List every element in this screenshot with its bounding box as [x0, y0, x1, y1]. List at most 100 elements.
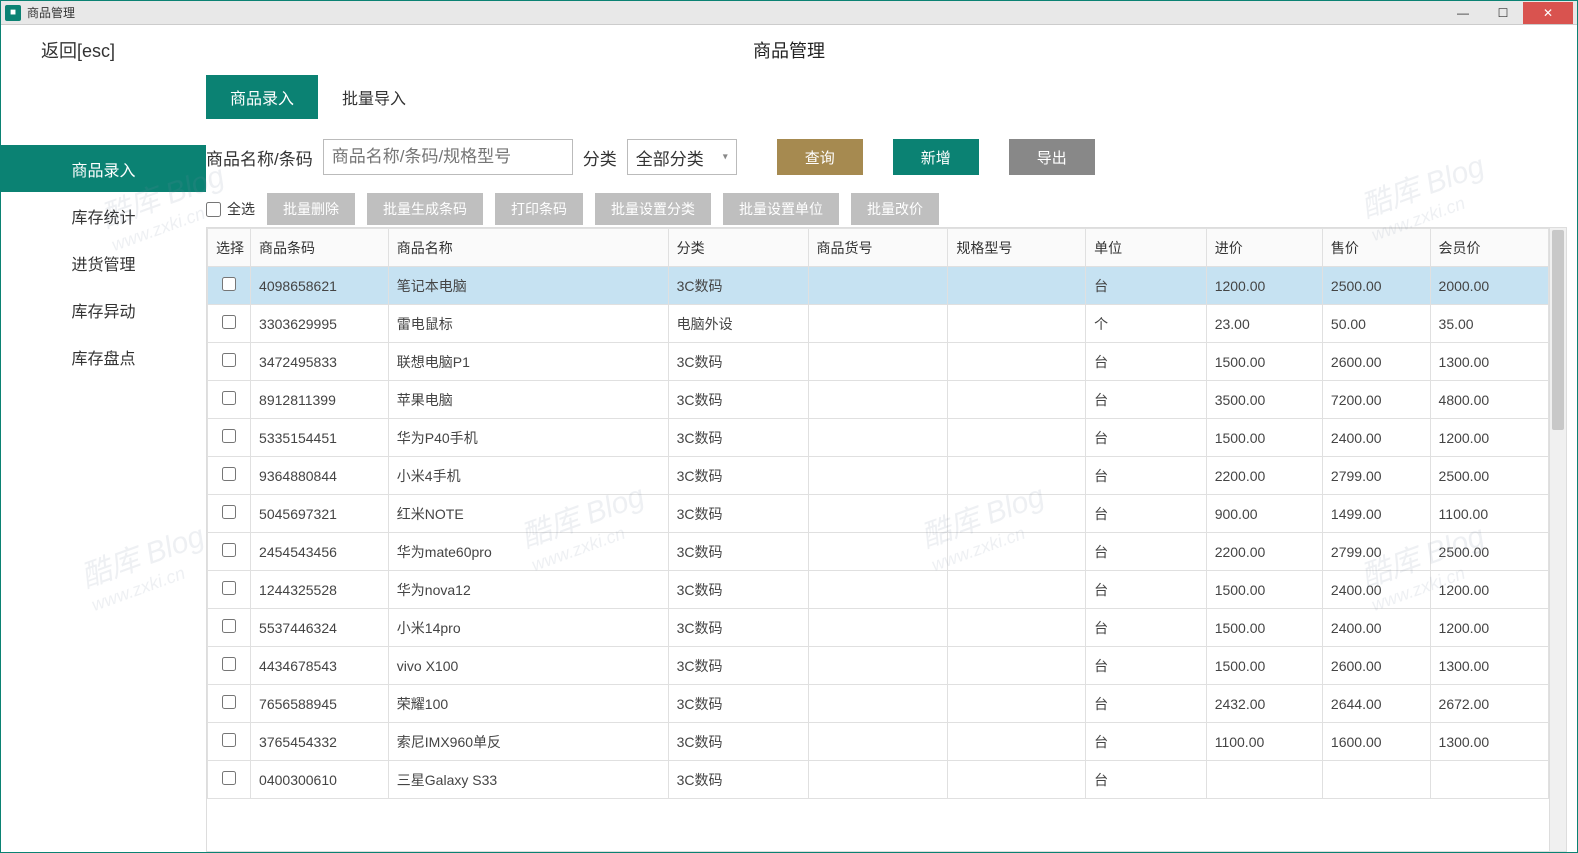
row-select-cell: [208, 571, 251, 609]
close-button[interactable]: ✕: [1523, 2, 1573, 24]
sidebar-item-1[interactable]: 库存统计: [1, 192, 206, 239]
cell-price: 2600.00: [1322, 343, 1430, 381]
query-button[interactable]: 查询: [777, 139, 863, 175]
select-all[interactable]: 全选: [206, 199, 255, 219]
scrollbar-thumb[interactable]: [1552, 230, 1564, 430]
cell-unit: 台: [1086, 685, 1207, 723]
table-row[interactable]: 4098658621笔记本电脑3C数码台1200.002500.002000.0…: [208, 267, 1549, 305]
sidebar-item-4[interactable]: 库存盘点: [1, 333, 206, 380]
row-checkbox[interactable]: [222, 581, 236, 595]
cell-spec: [948, 723, 1086, 761]
cell-unit: 个: [1086, 305, 1207, 343]
table-row[interactable]: 8912811399苹果电脑3C数码台3500.007200.004800.00: [208, 381, 1549, 419]
row-checkbox[interactable]: [222, 315, 236, 329]
export-button[interactable]: 导出: [1009, 139, 1095, 175]
row-checkbox[interactable]: [222, 543, 236, 557]
sidebar-item-2[interactable]: 进货管理: [1, 239, 206, 286]
cell-category: 3C数码: [668, 495, 808, 533]
cell-unit: 台: [1086, 571, 1207, 609]
row-checkbox[interactable]: [222, 467, 236, 481]
table-row[interactable]: 4434678543vivo X1003C数码台1500.002600.0013…: [208, 647, 1549, 685]
cell-name: 雷电鼠标: [388, 305, 668, 343]
batch-btn-5[interactable]: 批量改价: [851, 193, 939, 225]
minimize-button[interactable]: —: [1443, 2, 1483, 24]
cell-cost: 1500.00: [1206, 419, 1322, 457]
table-row[interactable]: 3472495833联想电脑P13C数码台1500.002600.001300.…: [208, 343, 1549, 381]
row-checkbox[interactable]: [222, 619, 236, 633]
cell-spec: [948, 647, 1086, 685]
cell-category: 3C数码: [668, 723, 808, 761]
vertical-scrollbar[interactable]: [1549, 228, 1566, 851]
row-checkbox[interactable]: [222, 657, 236, 671]
maximize-button[interactable]: ☐: [1483, 2, 1523, 24]
sidebar: 商品录入库存统计进货管理库存异动库存盘点: [1, 75, 206, 852]
cell-cost: 23.00: [1206, 305, 1322, 343]
table-row[interactable]: 1244325528华为nova123C数码台1500.002400.00120…: [208, 571, 1549, 609]
window-title: 商品管理: [27, 4, 75, 21]
tab-0[interactable]: 商品录入: [206, 75, 318, 119]
table-row[interactable]: 9364880844小米4手机3C数码台2200.002799.002500.0…: [208, 457, 1549, 495]
cell-price: 2600.00: [1322, 647, 1430, 685]
row-checkbox[interactable]: [222, 695, 236, 709]
cell-barcode: 1244325528: [251, 571, 389, 609]
tabs: 商品录入批量导入: [206, 75, 1567, 119]
cell-unit: 台: [1086, 533, 1207, 571]
table-row[interactable]: 7656588945荣耀1003C数码台2432.002644.002672.0…: [208, 685, 1549, 723]
col-header-5: 规格型号: [948, 229, 1086, 267]
row-select-cell: [208, 685, 251, 723]
table-row[interactable]: 5537446324小米14pro3C数码台1500.002400.001200…: [208, 609, 1549, 647]
cell-name: 联想电脑P1: [388, 343, 668, 381]
row-checkbox[interactable]: [222, 733, 236, 747]
row-select-cell: [208, 723, 251, 761]
batch-btn-2[interactable]: 打印条码: [495, 193, 583, 225]
table-row[interactable]: 5045697321红米NOTE3C数码台900.001499.001100.0…: [208, 495, 1549, 533]
table-row[interactable]: 0400300610三星Galaxy S333C数码台: [208, 761, 1549, 799]
cell-member: 4800.00: [1430, 381, 1548, 419]
row-select-cell: [208, 761, 251, 799]
cell-unit: 台: [1086, 457, 1207, 495]
cell-unit: 台: [1086, 609, 1207, 647]
row-checkbox[interactable]: [222, 505, 236, 519]
select-all-checkbox[interactable]: [206, 202, 221, 217]
row-checkbox[interactable]: [222, 277, 236, 291]
row-checkbox[interactable]: [222, 771, 236, 785]
batch-btn-3[interactable]: 批量设置分类: [595, 193, 711, 225]
cell-cost: 1100.00: [1206, 723, 1322, 761]
row-select-cell: [208, 267, 251, 305]
cell-price: 1499.00: [1322, 495, 1430, 533]
product-table: 选择商品条码商品名称分类商品货号规格型号单位进价售价会员价 4098658621…: [207, 228, 1549, 799]
cell-spec: [948, 381, 1086, 419]
sidebar-item-0[interactable]: 商品录入: [1, 145, 206, 192]
sidebar-item-3[interactable]: 库存异动: [1, 286, 206, 333]
table-row[interactable]: 2454543456华为mate60pro3C数码台2200.002799.00…: [208, 533, 1549, 571]
batch-btn-4[interactable]: 批量设置单位: [723, 193, 839, 225]
cell-cost: 3500.00: [1206, 381, 1322, 419]
row-checkbox[interactable]: [222, 353, 236, 367]
cell-unit: 台: [1086, 267, 1207, 305]
select-all-label: 全选: [227, 199, 255, 219]
cell-barcode: 3765454332: [251, 723, 389, 761]
cell-cost: 2200.00: [1206, 533, 1322, 571]
batch-btn-0[interactable]: 批量删除: [267, 193, 355, 225]
cell-sku: [808, 267, 948, 305]
table-row[interactable]: 5335154451华为P40手机3C数码台1500.002400.001200…: [208, 419, 1549, 457]
new-button[interactable]: 新增: [893, 139, 979, 175]
row-checkbox[interactable]: [222, 429, 236, 443]
cell-spec: [948, 343, 1086, 381]
table-row[interactable]: 3765454332索尼IMX960单反3C数码台1100.001600.001…: [208, 723, 1549, 761]
cell-category: 电脑外设: [668, 305, 808, 343]
cell-category: 3C数码: [668, 571, 808, 609]
name-input[interactable]: [323, 139, 573, 175]
cell-price: 1600.00: [1322, 723, 1430, 761]
cell-spec: [948, 685, 1086, 723]
table-row[interactable]: 3303629995雷电鼠标电脑外设个23.0050.0035.00: [208, 305, 1549, 343]
cell-price: 2500.00: [1322, 267, 1430, 305]
tab-1[interactable]: 批量导入: [318, 75, 430, 119]
back-link[interactable]: 返回[esc]: [41, 37, 115, 63]
col-header-3: 分类: [668, 229, 808, 267]
row-checkbox[interactable]: [222, 391, 236, 405]
cell-cost: 900.00: [1206, 495, 1322, 533]
category-select[interactable]: 全部分类 ▾: [627, 139, 737, 175]
batch-btn-1[interactable]: 批量生成条码: [367, 193, 483, 225]
cell-barcode: 5335154451: [251, 419, 389, 457]
